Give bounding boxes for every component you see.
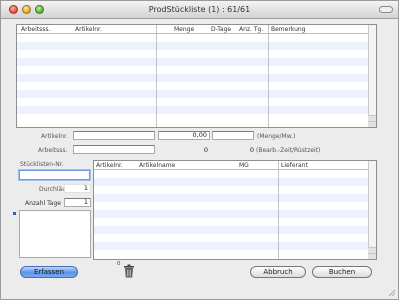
- table-row[interactable]: [94, 234, 368, 242]
- table-row[interactable]: [94, 242, 368, 250]
- table-row[interactable]: [94, 250, 368, 258]
- scroll-down-arrow[interactable]: [368, 121, 376, 127]
- top-table[interactable]: Arbeitsss. Artikelnr. Menge D-Tage Anz. …: [16, 24, 377, 128]
- table-row[interactable]: [17, 98, 368, 106]
- table-row[interactable]: [94, 210, 368, 218]
- stueckliste-label: Stücklisten-Nr.: [20, 161, 64, 168]
- column-header-artikelname[interactable]: Artikelname: [139, 162, 175, 169]
- bottom-table[interactable]: Artikelnr. Artikelname MG Lieferant: [93, 160, 377, 260]
- bottom-table-header: Artikelnr. Artikelname MG Lieferant: [94, 161, 368, 170]
- column-header-menge[interactable]: Menge: [174, 26, 194, 33]
- abbruch-button[interactable]: Abbruch: [250, 266, 306, 278]
- column-header-lieferant[interactable]: Lieferant: [281, 162, 308, 169]
- selection-indicator: [13, 212, 16, 215]
- anzahl-tage-label: Anzahl Tage: [25, 200, 61, 207]
- arbeitsss-ruestzeit-value[interactable]: 0: [212, 146, 254, 154]
- table-row[interactable]: [94, 194, 368, 202]
- anzahl-tage-input[interactable]: 1: [64, 198, 91, 207]
- column-header-artikelnr[interactable]: Artikelnr.: [75, 26, 102, 33]
- column-header-arbeitsss[interactable]: Arbeitsss.: [21, 26, 50, 33]
- column-divider: [278, 161, 279, 259]
- table-row[interactable]: [94, 218, 368, 226]
- toolbar-toggle-button[interactable]: [379, 6, 393, 13]
- table-row[interactable]: [94, 178, 368, 186]
- table-row[interactable]: [94, 226, 368, 234]
- artikel-einheit-input[interactable]: [212, 131, 254, 140]
- resize-grip-icon[interactable]: [388, 289, 396, 297]
- column-divider: [156, 25, 157, 127]
- scroll-down-arrow[interactable]: [368, 253, 376, 259]
- artikel-menge-input[interactable]: 0,00: [158, 131, 210, 140]
- table-row[interactable]: [17, 66, 368, 74]
- arbeitsss-label: Arbeitsss.: [38, 147, 68, 154]
- trash-icon[interactable]: [123, 264, 135, 278]
- stueckliste-notes-box[interactable]: [19, 210, 91, 258]
- top-table-scrollbar[interactable]: [368, 25, 376, 127]
- column-divider: [268, 25, 269, 127]
- title-bar: ProdStückliste (1) : 61/61: [1, 1, 398, 19]
- column-header-bemerkung[interactable]: Bemerkung: [271, 26, 306, 33]
- record-count: 0: [117, 261, 121, 267]
- column-header-d-tage[interactable]: D-Tage: [211, 26, 231, 33]
- menge-einheit-label: (Menge/Mw.): [257, 133, 296, 140]
- table-row[interactable]: [17, 50, 368, 58]
- artikelnr-input[interactable]: [73, 131, 155, 140]
- window-title: ProdStückliste (1) : 61/61: [148, 5, 251, 14]
- column-header-artikelnr[interactable]: Artikelnr.: [96, 162, 123, 169]
- table-row[interactable]: [17, 82, 368, 90]
- table-row[interactable]: [17, 58, 368, 66]
- arbeitsss-input[interactable]: [73, 145, 155, 154]
- bottom-table-scrollbar[interactable]: [368, 161, 376, 259]
- stueckliste-input[interactable]: [19, 170, 90, 180]
- top-table-header: Arbeitsss. Artikelnr. Menge D-Tage Anz. …: [17, 25, 368, 34]
- window: ProdStückliste (1) : 61/61 Arbeitsss. Ar…: [0, 0, 399, 300]
- table-row[interactable]: [94, 202, 368, 210]
- table-row[interactable]: [17, 114, 368, 122]
- erfassen-button[interactable]: Erfassen: [20, 266, 78, 278]
- durchlaufe-input[interactable]: 1: [64, 184, 91, 193]
- table-row[interactable]: [94, 186, 368, 194]
- table-row[interactable]: [17, 34, 368, 42]
- bearb-zeit-label: (Bearb.-Zeit/Rüstzeit): [256, 147, 321, 154]
- arbeitsss-zeit-value[interactable]: 0: [158, 146, 208, 154]
- column-header-mg[interactable]: MG: [239, 162, 249, 169]
- artikelnr-label: Artikelnr.: [41, 133, 68, 140]
- buchen-button[interactable]: Buchen: [312, 266, 372, 278]
- table-row[interactable]: [17, 74, 368, 82]
- table-row[interactable]: [94, 170, 368, 178]
- column-header-anz-tg[interactable]: Anz. Tg.: [239, 26, 263, 33]
- table-row[interactable]: [17, 42, 368, 50]
- table-row[interactable]: [17, 106, 368, 114]
- table-row[interactable]: [17, 90, 368, 98]
